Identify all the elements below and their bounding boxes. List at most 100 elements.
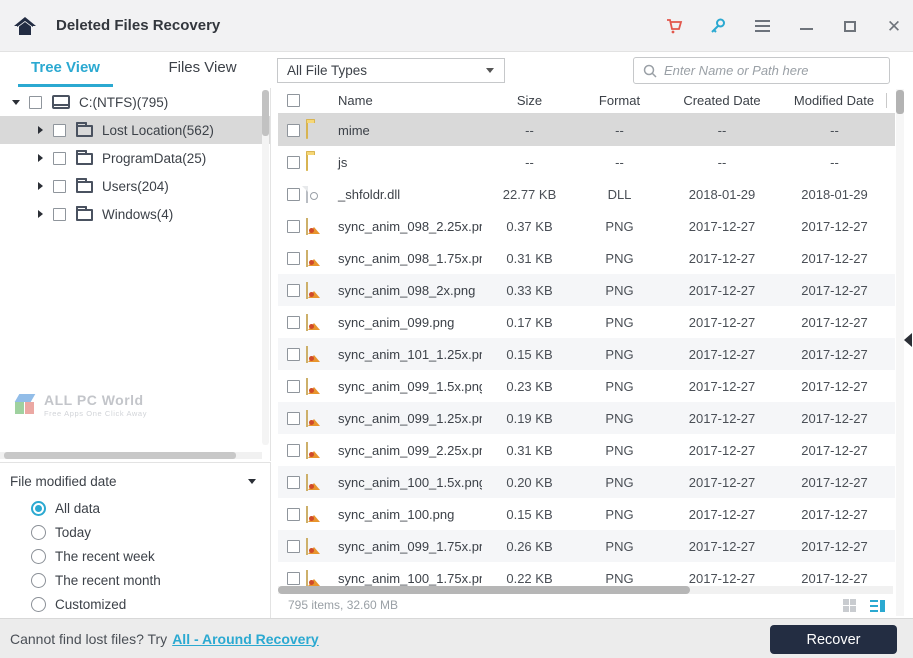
tree-item-folder[interactable]: Users(204) — [0, 172, 270, 200]
tree-item-folder[interactable]: Lost Location(562) — [0, 116, 270, 144]
collapse-panel-arrow-icon[interactable] — [904, 333, 912, 347]
checkbox[interactable] — [53, 151, 66, 165]
chevron-down-icon[interactable] — [12, 99, 20, 105]
checkbox[interactable] — [287, 571, 300, 585]
table-row[interactable]: sync_anim_100_1.5x.png 0.20 KB PNG 2017-12-… — [278, 466, 895, 498]
checkbox[interactable] — [287, 251, 300, 265]
file-name: sync_anim_100_1.5x.png — [338, 474, 482, 490]
checkbox[interactable] — [287, 155, 300, 169]
checkbox[interactable] — [287, 315, 300, 329]
table-row[interactable]: sync_anim_099_1.5x.png 0.23 KB PNG 2017-12-… — [278, 370, 895, 402]
filter-option[interactable]: Today — [31, 523, 91, 541]
checkbox[interactable] — [287, 219, 300, 233]
column-header-modified[interactable]: Modified Date — [782, 93, 887, 108]
tree-children: Lost Location(562) ProgramData(25) Users(2… — [0, 116, 270, 228]
filter-option[interactable]: The recent week — [31, 547, 155, 565]
folder-glyph — [306, 153, 308, 171]
table-row[interactable]: sync_anim_100.png 0.15 KB PNG 2017-12-27 201… — [278, 498, 895, 530]
checkbox[interactable] — [287, 443, 300, 457]
checkbox[interactable] — [287, 187, 300, 201]
checkbox[interactable] — [287, 379, 300, 393]
table-row[interactable]: sync_anim_099_1.25x.png 0.19 KB PNG 2017-12… — [278, 402, 895, 434]
minimize-button[interactable] — [795, 15, 817, 37]
table-row[interactable]: sync_anim_099_2.25x.png 0.31 KB PNG 2017-12… — [278, 434, 895, 466]
home-icon[interactable] — [12, 13, 38, 39]
checkbox[interactable] — [287, 283, 300, 297]
tree-item-label: Lost Location(562) — [102, 122, 214, 138]
tree-item-folder[interactable]: Windows(4) — [0, 200, 270, 228]
tab-tree-view[interactable]: Tree View — [18, 53, 113, 87]
scrollbar-thumb[interactable] — [278, 586, 690, 594]
chevron-right-icon[interactable] — [38, 182, 43, 190]
search-input[interactable] — [664, 63, 881, 78]
table-row[interactable]: sync_anim_098_2.25x.png 0.37 KB PNG 2017-12… — [278, 210, 895, 242]
maximize-button[interactable] — [839, 15, 861, 37]
key-icon[interactable] — [707, 15, 729, 37]
checkbox[interactable] — [53, 207, 66, 221]
filter-option[interactable]: All data — [31, 499, 100, 517]
image-glyph — [306, 569, 308, 587]
file-name: sync_anim_099_1.75x.png — [338, 538, 482, 554]
search-box[interactable] — [633, 57, 890, 84]
select-all-checkbox[interactable] — [287, 94, 300, 107]
checkbox[interactable] — [53, 123, 66, 137]
table-row[interactable]: sync_anim_098_2x.png 0.33 KB PNG 2017-12-27… — [278, 274, 895, 306]
grid-view-icon[interactable] — [843, 598, 856, 612]
table-row[interactable]: sync_anim_099_1.75x.png 0.26 KB PNG 2017-12… — [278, 530, 895, 562]
scrollbar-thumb[interactable] — [262, 90, 269, 136]
close-button[interactable]: ✕ — [883, 15, 905, 37]
radio-icon[interactable] — [31, 524, 46, 540]
cart-icon[interactable] — [663, 15, 685, 37]
file-format: PNG — [605, 506, 634, 522]
radio-icon[interactable] — [31, 572, 46, 588]
checkbox[interactable] — [287, 411, 300, 425]
file-name: mime — [338, 122, 370, 138]
filter-option-label: The recent month — [55, 572, 161, 588]
chevron-down-icon[interactable] — [248, 479, 256, 484]
column-header-format[interactable]: Format — [577, 93, 662, 108]
chevron-right-icon[interactable] — [38, 126, 43, 134]
table-row[interactable]: js -- -- -- -- — [278, 146, 895, 178]
tab-files-view[interactable]: Files View — [155, 53, 250, 87]
filter-option[interactable]: Customized — [31, 595, 126, 613]
checkbox[interactable] — [287, 123, 300, 137]
file-modified-date: 2017-12-27 — [801, 378, 868, 394]
checkbox[interactable] — [287, 539, 300, 553]
radio-icon[interactable] — [31, 548, 46, 564]
filter-option[interactable]: The recent month — [31, 571, 161, 589]
table-row[interactable]: _shfoldr.dll 22.77 KB DLL 2018-01-29 2018-01… — [278, 178, 895, 210]
recover-button[interactable]: Recover — [770, 625, 897, 654]
list-view-icon[interactable] — [870, 599, 885, 612]
table-row[interactable]: sync_anim_101_1.25x.png 0.15 KB PNG 2017-12… — [278, 338, 895, 370]
checkbox[interactable] — [53, 179, 66, 193]
file-type-dropdown[interactable]: All File Types — [277, 58, 505, 83]
radio-icon[interactable] — [31, 596, 46, 612]
scrollbar-thumb[interactable] — [4, 452, 236, 459]
table-horizontal-scrollbar[interactable] — [278, 586, 893, 594]
column-header-size[interactable]: Size — [482, 93, 577, 108]
checkbox[interactable] — [287, 347, 300, 361]
table-row[interactable]: sync_anim_099.png 0.17 KB PNG 2017-12-27 201… — [278, 306, 895, 338]
tree-vertical-scrollbar[interactable] — [262, 90, 269, 445]
table-row[interactable]: mime -- -- -- -- — [278, 114, 895, 146]
column-header-created[interactable]: Created Date — [662, 93, 782, 108]
table-vertical-scrollbar[interactable] — [896, 89, 904, 616]
checkbox[interactable] — [287, 475, 300, 489]
table-row[interactable]: sync_anim_098_1.75x.png 0.31 KB PNG 2017-12… — [278, 242, 895, 274]
chevron-right-icon[interactable] — [38, 210, 43, 218]
scrollbar-thumb[interactable] — [896, 90, 904, 114]
checkbox[interactable] — [29, 95, 42, 109]
checkbox[interactable] — [287, 507, 300, 521]
all-around-recovery-link[interactable]: All - Around Recovery — [172, 631, 319, 647]
tree-item-folder[interactable]: ProgramData(25) — [0, 144, 270, 172]
file-format: DLL — [607, 186, 632, 202]
chevron-right-icon[interactable] — [38, 154, 43, 162]
image-icon — [306, 249, 332, 267]
radio-selected-icon[interactable] — [31, 500, 46, 516]
file-created-date: 2017-12-27 — [688, 506, 756, 522]
menu-icon[interactable] — [751, 15, 773, 37]
filter-option-label: Today — [55, 524, 92, 540]
tree-horizontal-scrollbar[interactable] — [0, 452, 262, 459]
column-header-name[interactable]: Name — [332, 93, 482, 108]
tree-item-drive[interactable]: C:(NTFS)(795) — [0, 88, 270, 116]
